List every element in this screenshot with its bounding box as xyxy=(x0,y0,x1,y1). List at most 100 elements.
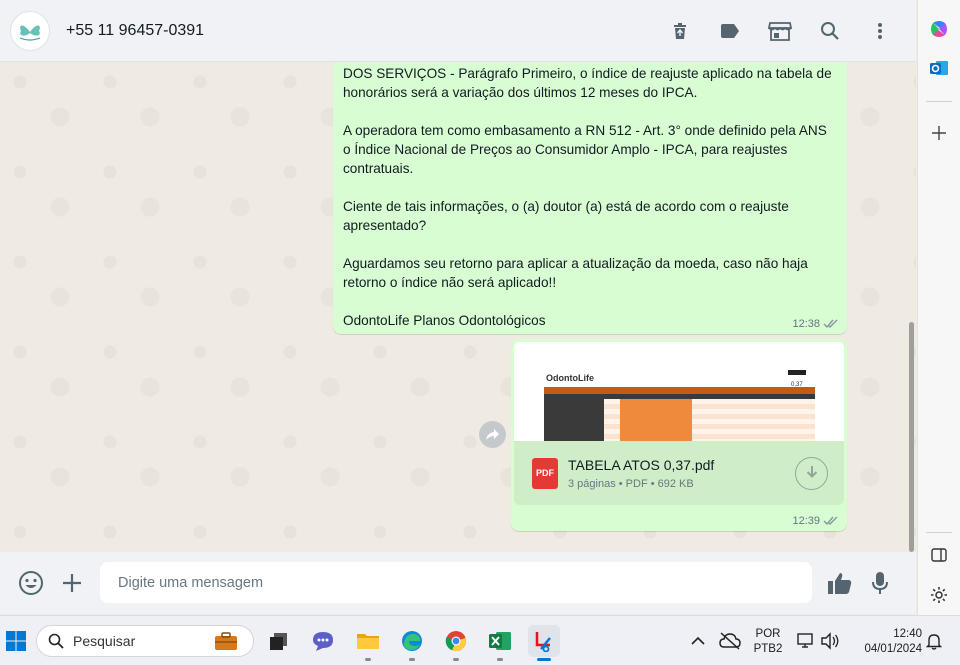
outgoing-document-message[interactable]: OdontoLife 0,37 PDF TABELA ATOS 0,37.pdf… xyxy=(511,339,847,531)
outgoing-message[interactable]: DOS SERVIÇOS - Parágrafo Primeiro, o índ… xyxy=(333,62,847,334)
microphone-icon xyxy=(872,572,888,594)
document-name: TABELA ATOS 0,37.pdf xyxy=(568,456,715,473)
taskbar-search[interactable]: Pesquisar xyxy=(36,625,254,657)
edge-icon xyxy=(402,631,422,651)
message-meta: 12:39 xyxy=(792,515,839,527)
contact-avatar[interactable] xyxy=(10,10,50,51)
pdf-file-icon: PDF xyxy=(532,457,558,489)
delete-button[interactable] xyxy=(660,11,700,51)
snipping-tool-button[interactable] xyxy=(528,625,560,661)
chrome-browser-button[interactable] xyxy=(440,625,472,661)
excel-button[interactable] xyxy=(484,625,516,661)
message-paragraph: Ciente de tais informações, o (a) doutor… xyxy=(343,199,789,233)
preview-table-cell xyxy=(620,424,692,429)
emoji-button[interactable] xyxy=(15,567,47,599)
store-icon xyxy=(768,21,792,41)
catalog-button[interactable] xyxy=(760,11,800,51)
search-icon xyxy=(821,21,839,40)
chrome-icon xyxy=(445,631,466,652)
document-info[interactable]: PDF TABELA ATOS 0,37.pdf 3 páginas • PDF… xyxy=(514,441,844,505)
edge-browser-button[interactable] xyxy=(396,625,428,661)
add-sidebar-app-button[interactable] xyxy=(927,121,951,145)
download-button[interactable] xyxy=(795,456,828,490)
plus-icon xyxy=(63,574,81,592)
preview-table-cell xyxy=(620,409,692,414)
sidebar-panel-icon xyxy=(931,548,947,562)
trash-icon xyxy=(674,22,686,39)
preview-table-cell xyxy=(620,419,692,424)
copilot-button[interactable] xyxy=(927,17,951,41)
briefcase-icon xyxy=(215,632,237,650)
task-view-button[interactable] xyxy=(263,625,295,657)
message-paragraph: OdontoLife Planos Odontológicos xyxy=(343,313,546,328)
file-explorer-button[interactable] xyxy=(352,625,384,661)
volume-button[interactable] xyxy=(814,625,846,657)
preview-table-cell xyxy=(620,439,692,441)
onedrive-button[interactable] xyxy=(714,625,746,657)
network-icon xyxy=(797,633,813,648)
copilot-icon xyxy=(931,21,947,37)
search-icon xyxy=(48,633,64,649)
preview-table-cell xyxy=(544,439,604,441)
attach-button[interactable] xyxy=(56,567,88,599)
running-indicator xyxy=(409,658,415,661)
preview-table-cell xyxy=(544,424,604,429)
chat-app-button[interactable] xyxy=(307,625,339,657)
preview-table-cell xyxy=(544,399,604,404)
forward-icon xyxy=(486,429,499,440)
search-placeholder: Pesquisar xyxy=(73,633,136,649)
input-language-indicator[interactable]: POR PTB2 xyxy=(750,627,786,657)
message-composer xyxy=(0,552,916,614)
voice-button[interactable] xyxy=(864,567,896,599)
windows-logo-icon xyxy=(6,631,26,651)
document-texts: TABELA ATOS 0,37.pdf 3 páginas • PDF • 6… xyxy=(568,457,714,490)
preview-table-cell xyxy=(620,404,692,409)
menu-button[interactable] xyxy=(860,11,900,51)
preview-table-cell xyxy=(544,404,604,409)
chat-header: +55 11 96457-0391 xyxy=(0,0,916,62)
like-button[interactable] xyxy=(824,567,856,599)
sidebar-settings-button[interactable] xyxy=(927,583,951,607)
windows-taskbar: Pesquisar POR PTB2 12:40 04/01/2024 xyxy=(0,615,960,665)
preview-table-cell xyxy=(620,434,692,439)
message-input[interactable] xyxy=(100,562,812,603)
search-button[interactable] xyxy=(810,11,850,51)
bell-icon xyxy=(926,634,942,650)
emoji-icon xyxy=(19,571,43,595)
contact-name[interactable]: +55 11 96457-0391 xyxy=(66,22,204,40)
running-indicator xyxy=(453,658,459,661)
start-button[interactable] xyxy=(0,625,32,657)
outlook-button[interactable] xyxy=(927,56,951,80)
chat-scrollbar[interactable] xyxy=(909,322,914,552)
clock[interactable]: 12:40 04/01/2024 xyxy=(852,627,922,657)
preview-table-cell xyxy=(544,429,604,434)
preview-table-cell xyxy=(544,409,604,414)
message-meta: 12:38 xyxy=(792,318,839,330)
chat-bubble-icon xyxy=(313,632,333,651)
label-button[interactable] xyxy=(710,11,750,51)
message-paragraph: Aguardamos seu retorno para aplicar a at… xyxy=(343,256,808,290)
message-paragraph: A operadora tem como embasamento a RN 51… xyxy=(343,123,827,176)
document-preview[interactable]: OdontoLife 0,37 xyxy=(514,342,844,441)
clock-date: 04/01/2024 xyxy=(864,643,922,655)
preview-table-cell xyxy=(620,414,692,419)
gear-icon xyxy=(931,587,947,603)
menu-icon xyxy=(878,22,882,39)
keyboard-layout: PTB2 xyxy=(753,643,783,655)
chevron-up-icon xyxy=(691,636,705,645)
show-hidden-icons-button[interactable] xyxy=(682,625,714,657)
chat-area[interactable]: DOS SERVIÇOS - Parágrafo Primeiro, o índ… xyxy=(0,62,916,552)
document-meta: 3 páginas • PDF • 692 KB xyxy=(568,477,694,490)
hide-sidebar-button[interactable] xyxy=(927,543,951,567)
label-icon xyxy=(721,23,739,38)
notifications-button[interactable] xyxy=(918,625,950,657)
running-indicator xyxy=(365,658,371,661)
preview-table-cell xyxy=(544,414,604,419)
language-code: POR xyxy=(755,628,781,640)
task-view-icon xyxy=(270,633,287,650)
pdf-page-thumbnail: OdontoLife 0,37 xyxy=(514,342,844,441)
forward-button[interactable] xyxy=(479,421,506,448)
running-indicator xyxy=(537,658,551,661)
message-time: 12:38 xyxy=(792,318,820,330)
folder-icon xyxy=(357,634,379,649)
